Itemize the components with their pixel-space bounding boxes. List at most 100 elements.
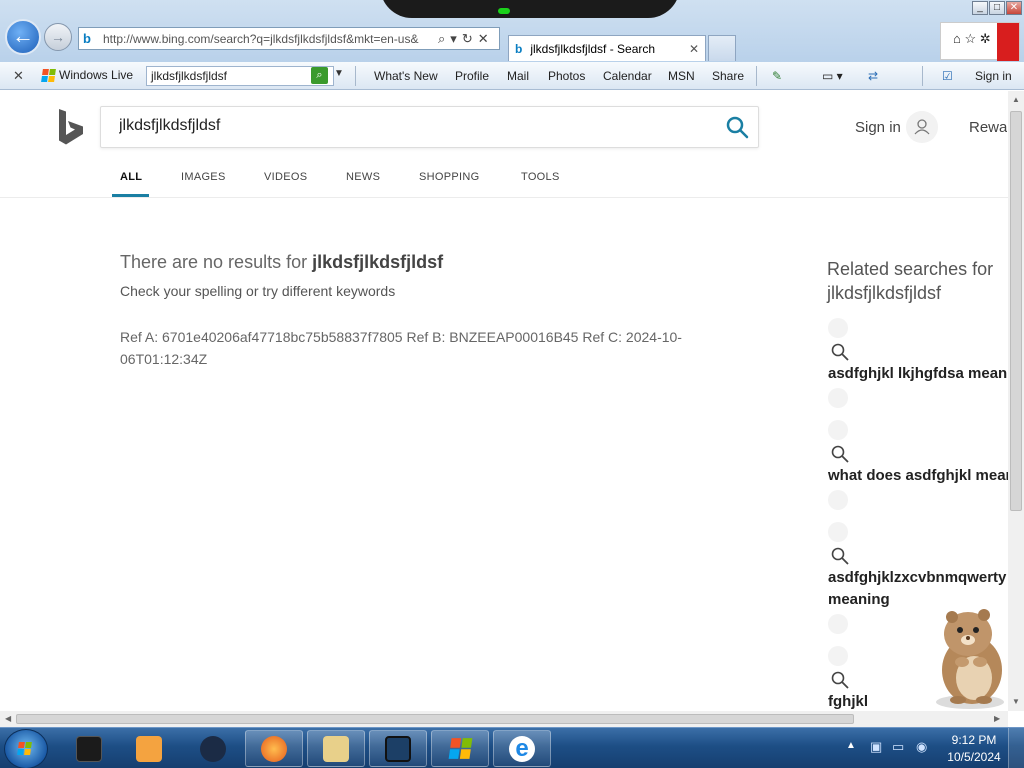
reference-ids: Ref A: 6701e40206af47718bc75b58837f7805 … (120, 329, 682, 367)
related-search-item[interactable]: asdfghjklzxcvbnmqwerty (828, 567, 1008, 589)
tray-expand-icon[interactable]: ▲ (846, 740, 856, 751)
related-thumb-placeholder (828, 614, 848, 634)
windows-logo-icon (17, 742, 32, 755)
horizontal-scroll-thumb[interactable] (16, 714, 854, 724)
translate-icon[interactable]: ⇄ (868, 69, 878, 83)
volume-icon[interactable]: ◉ (916, 739, 927, 755)
folder-icon (323, 735, 349, 762)
toolbar-search-input[interactable]: jlkdsfjlkdsfjldsf (146, 66, 334, 86)
feeds-icon[interactable]: ▭ ▾ (822, 69, 843, 83)
tab-tools[interactable]: TOOLS (521, 171, 560, 183)
tab-videos[interactable]: VIDEOS (264, 171, 307, 183)
start-button[interactable] (4, 729, 48, 768)
windows-live-button[interactable]: Windows Live (41, 68, 133, 82)
search-input[interactable] (119, 117, 699, 135)
close-window-button[interactable]: ✕ (1006, 1, 1022, 15)
tab-close-icon[interactable]: ✕ (689, 42, 699, 56)
terminal-icon (76, 735, 102, 762)
related-title-line2: jlkdsfjlkdsfjldsf (827, 283, 942, 303)
toolbar-link-profile[interactable]: Profile (455, 69, 489, 83)
monitor-icon (385, 735, 411, 762)
toolbar-close-icon[interactable]: ✕ (13, 68, 24, 84)
taskbar-app-explorer[interactable] (307, 730, 365, 767)
related-thumb-placeholder (828, 490, 848, 510)
windows-live-toolbar: ✕ Windows Live jlkdsfjlkdsfjldsf ⌕ ▼ Wha… (0, 62, 1024, 90)
forward-button[interactable]: → (44, 23, 72, 51)
minimize-button[interactable]: _ (972, 1, 988, 15)
toolbar-link-calendar[interactable]: Calendar (603, 69, 652, 83)
rewards-link[interactable]: Rewards (969, 119, 1007, 136)
active-tab-indicator (112, 194, 149, 197)
toolbar-link-share[interactable]: Share (712, 69, 744, 83)
toolbar-link-mail[interactable]: Mail (507, 69, 529, 83)
vertical-scroll-thumb[interactable] (1010, 111, 1022, 511)
toolbar-divider (922, 66, 923, 86)
toolbar-link-photos[interactable]: Photos (548, 69, 585, 83)
desktop-gadget-decoration (380, 0, 680, 18)
related-title-line1: Related searches for (827, 259, 994, 279)
stop-icon[interactable]: ✕ (478, 31, 489, 47)
clock-date[interactable]: 10/5/2024 (946, 750, 1002, 764)
address-url[interactable]: http://www.bing.com/search?q=jlkdsfjlkds… (103, 32, 433, 46)
toolbar-search-go-icon[interactable]: ⌕ (311, 67, 328, 84)
address-bar[interactable]: b http://www.bing.com/search?q=jlkdsfjlk… (78, 27, 500, 50)
show-desktop-button[interactable] (1008, 728, 1024, 768)
taskbar-app-firefox[interactable] (245, 730, 303, 767)
address-dropdown-icon[interactable]: ▾ (450, 31, 457, 47)
desktop-widget-decoration: ⌂ ☆ ✲ (940, 22, 1020, 61)
toolbar-search-dropdown-icon[interactable]: ▼ (334, 68, 344, 79)
checkbox-icon[interactable]: ☑ (942, 69, 953, 83)
tab-shopping[interactable]: SHOPPING (419, 171, 479, 183)
toolbar-link-msn[interactable]: MSN (668, 69, 695, 83)
home-icon[interactable]: ⌂ ☆ ✲ (953, 31, 991, 47)
taskbar-app-media-player[interactable] (120, 730, 178, 767)
toolbar-divider (355, 66, 356, 86)
clock-time[interactable]: 9:12 PM (946, 733, 1002, 747)
no-results-query: jlkdsfjlkdsfjldsf (312, 252, 444, 272)
taskbar-app-monitor[interactable] (369, 730, 427, 767)
new-tab-button[interactable] (708, 35, 736, 61)
tab-images[interactable]: IMAGES (181, 171, 226, 183)
related-thumb-placeholder (828, 318, 848, 338)
scroll-left-icon[interactable]: ◀ (5, 714, 11, 723)
tab-all[interactable]: ALL (120, 171, 142, 183)
scroll-down-icon[interactable]: ▼ (1012, 697, 1020, 706)
tab-news[interactable]: NEWS (346, 171, 380, 183)
taskbar-app-windows[interactable] (431, 730, 489, 767)
search-box[interactable] (100, 106, 759, 148)
network-icon[interactable]: ▣ (870, 739, 882, 755)
back-button[interactable]: ← (5, 19, 41, 55)
display-icon[interactable]: ▭ (892, 739, 904, 755)
taskbar-app-internet-explorer[interactable]: e (493, 730, 551, 767)
related-thumb-placeholder (828, 646, 848, 666)
vertical-scrollbar[interactable]: ▲ ▼ (1008, 91, 1024, 711)
toolbar-link-whats-new[interactable]: What's New (374, 69, 438, 83)
refresh-icon[interactable]: ↻ (462, 31, 473, 47)
horizontal-scrollbar[interactable]: ◀ ▶ (0, 711, 1008, 727)
related-search-item[interactable]: what does asdfghjkl mean (828, 465, 1008, 487)
taskbar-app-terminal[interactable] (60, 730, 118, 767)
windows-flag-icon (448, 738, 472, 759)
no-results-message: There are no results for jlkdsfjlkdsfjld… (120, 252, 443, 273)
search-icon (831, 671, 849, 689)
windows-taskbar: e ▲ ▣ ▭ ◉ (0, 727, 1024, 768)
toolbar-divider (756, 66, 757, 86)
tab-active[interactable]: b jlkdsfjlkdsfjldsf - Search ✕ (508, 35, 706, 61)
search-scope-tabs: ALL IMAGES VIDEOS NEWS SHOPPING TOOLS (0, 168, 1008, 198)
search-icon (831, 343, 849, 361)
steam-icon (200, 735, 226, 762)
edit-icon[interactable]: ✎ (772, 69, 782, 83)
taskbar-app-steam[interactable] (184, 730, 242, 767)
search-icon[interactable] (725, 115, 749, 139)
address-search-icon[interactable]: ⌕ (438, 31, 445, 47)
scroll-up-icon[interactable]: ▲ (1012, 95, 1020, 104)
avatar-icon[interactable] (906, 111, 938, 143)
sign-in-link[interactable]: Sign in (855, 119, 901, 136)
windows-flag-icon (41, 68, 56, 82)
search-icon (831, 445, 849, 463)
maximize-button[interactable]: □ (989, 1, 1005, 15)
toolbar-sign-in[interactable]: Sign in (975, 69, 1012, 83)
related-search-item[interactable]: asdfghjkl lkjhgfdsa meaning (828, 363, 1008, 385)
bing-logo[interactable] (56, 108, 86, 146)
scroll-right-icon[interactable]: ▶ (994, 714, 1000, 723)
